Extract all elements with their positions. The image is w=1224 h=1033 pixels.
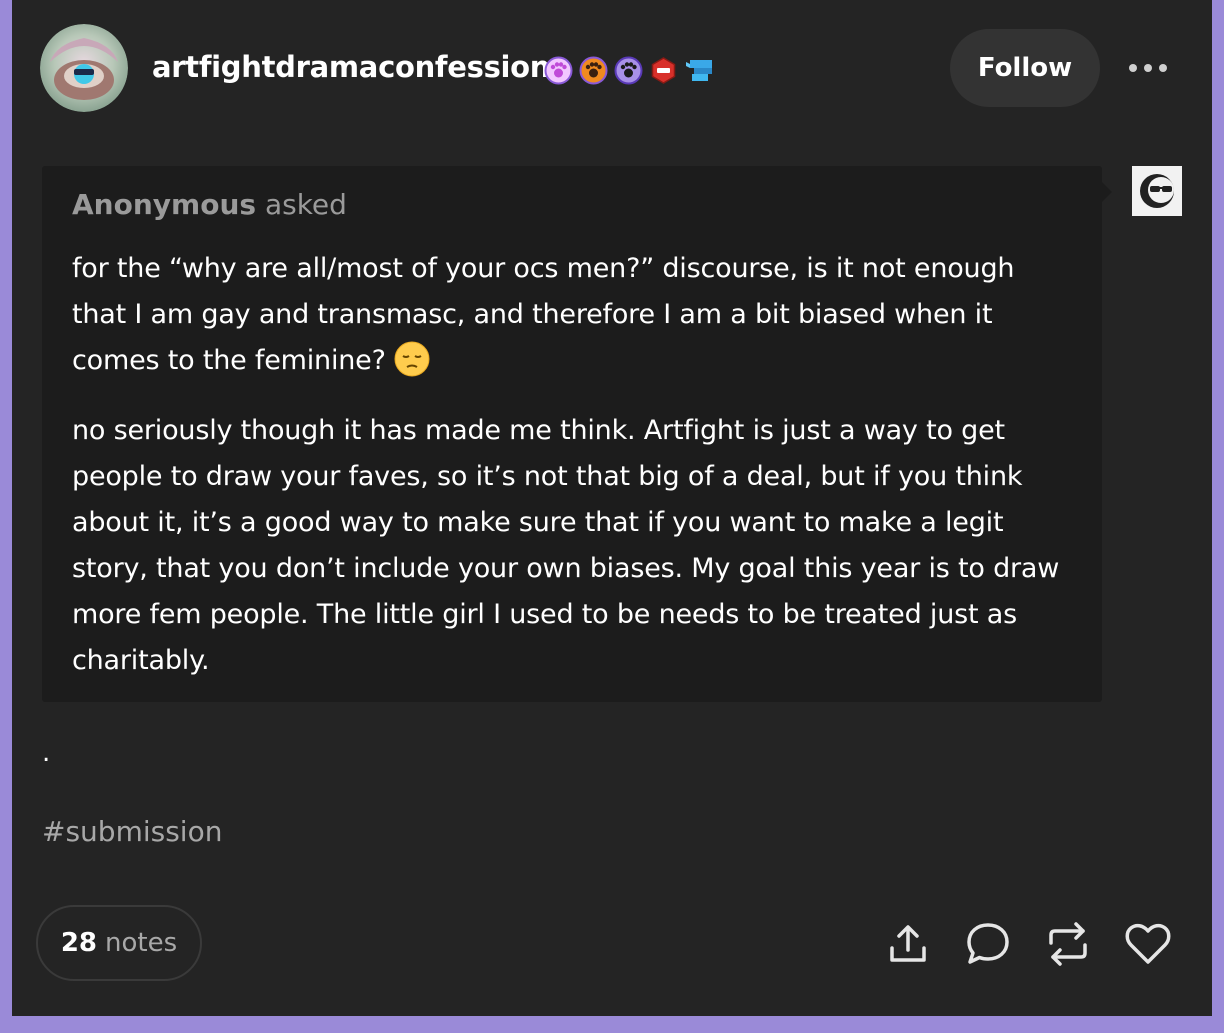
paw-badge-orange-icon[interactable] (579, 56, 608, 85)
ask-paragraph-1-text: for the “why are all/most of your ocs me… (72, 253, 1015, 376)
notes-button[interactable]: 28 notes (36, 905, 202, 981)
anonymous-avatar-icon (1132, 166, 1182, 216)
more-horizontal-icon[interactable] (1122, 50, 1174, 86)
reply-icon[interactable] (962, 918, 1014, 970)
post-body-text: . (42, 738, 51, 768)
notes-count: 28 (60, 928, 98, 958)
ask-paragraph-1: for the “why are all/most of your ocs me… (72, 246, 1072, 384)
asker-action: asked (264, 188, 347, 221)
like-icon[interactable] (1122, 918, 1174, 970)
ask-paragraph-2: no seriously though it has made me think… (72, 415, 1060, 676)
tag-submission[interactable]: #submission (42, 815, 222, 848)
notes-label: notes (105, 928, 178, 958)
blue-flag-badge-icon[interactable] (684, 56, 713, 85)
asker-line: Anonymous asked (72, 188, 347, 221)
pensive-face-icon (394, 341, 430, 377)
paw-badge-purple-icon[interactable] (614, 56, 643, 85)
share-icon[interactable] (882, 918, 934, 970)
asker-name[interactable]: Anonymous (72, 188, 256, 221)
reblog-icon[interactable] (1042, 918, 1094, 970)
ask-box: Anonymous asked for the “why are all/mos… (42, 166, 1102, 702)
post-card: artfightdramaconfessions Follow Anonymou… (12, 0, 1212, 1016)
ask-tail (1102, 182, 1112, 202)
paw-badge-pink-icon[interactable] (544, 56, 573, 85)
follow-button[interactable]: Follow (950, 29, 1100, 107)
red-hex-badge-icon[interactable] (649, 56, 678, 85)
badge-row (544, 56, 713, 85)
blog-username[interactable]: artfightdramaconfessions (152, 50, 567, 84)
blog-avatar[interactable] (40, 24, 128, 112)
